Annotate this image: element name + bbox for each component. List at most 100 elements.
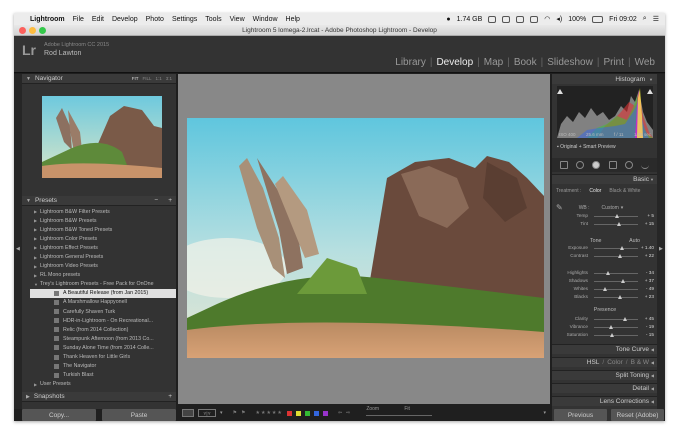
slider-track[interactable] [594, 224, 638, 225]
slider-knob[interactable] [618, 254, 623, 258]
paste-button[interactable]: Paste [102, 409, 176, 421]
preset-folder[interactable]: ▶ RL Mono presets [30, 271, 176, 280]
slider-temp[interactable]: Temp + 5 [556, 213, 654, 221]
slider-value[interactable]: + 45 [645, 316, 654, 321]
menu-develop[interactable]: Develop [112, 16, 138, 23]
module-print[interactable]: Print [599, 57, 628, 68]
preset-item[interactable]: Steampunk Afternoon (from 2013 Co... [30, 334, 176, 343]
battery-icon[interactable] [592, 15, 604, 23]
slider-knob[interactable] [621, 279, 626, 283]
presets-header[interactable]: ▼ Presets − + [22, 196, 176, 206]
cloud-icon[interactable] [502, 15, 511, 23]
histogram-header[interactable]: Histogram ▼ [552, 74, 657, 84]
snapshots-header[interactable]: ▶ Snapshots + [22, 392, 176, 402]
minus-icon[interactable]: − [154, 197, 168, 204]
slider-exposure[interactable]: Exposure + 1.40 [556, 245, 654, 253]
slider-value[interactable]: - 15 [646, 332, 654, 337]
slider-contrast[interactable]: Contrast + 22 [556, 253, 654, 261]
module-web[interactable]: Web [631, 57, 659, 68]
zoom-fill[interactable]: FILL [142, 76, 151, 81]
close-button[interactable] [19, 27, 26, 34]
slider-vibrance[interactable]: Vibrance - 19 [556, 324, 654, 332]
bw-treatment-button[interactable]: Black & White [609, 188, 640, 194]
slider-knob[interactable] [618, 295, 623, 299]
slider-saturation[interactable]: Saturation - 15 [556, 332, 654, 340]
histogram[interactable] [557, 86, 653, 138]
slider-value[interactable]: + 23 [645, 294, 654, 299]
bluetooth-icon[interactable] [530, 15, 539, 23]
radial-filter-icon[interactable] [624, 161, 633, 169]
graduated-filter-icon[interactable] [608, 161, 617, 169]
slider-tint[interactable]: Tint + 15 [556, 221, 654, 229]
slider-knob[interactable] [606, 271, 611, 275]
preset-item-selected[interactable]: A Beautiful Release (from Jan 2015) [30, 288, 176, 298]
slider-value[interactable]: + 5 [647, 213, 654, 218]
slider-track[interactable] [594, 256, 638, 257]
zoom-3-1[interactable]: 3:1 [166, 76, 172, 81]
menu-help[interactable]: Help [286, 16, 300, 23]
menu-window[interactable]: Window [253, 16, 278, 23]
module-library[interactable]: Library [391, 57, 430, 68]
preset-folder-open[interactable]: ▼ Trey's Lightroom Presets - Free Pack fo… [30, 280, 176, 289]
preset-folder[interactable]: ▶ Lightroom Effect Presets [30, 243, 176, 252]
menu-settings[interactable]: Settings [172, 16, 197, 23]
memory-icon[interactable]: ● [446, 16, 450, 23]
slider-knob[interactable] [619, 246, 624, 250]
slider-value[interactable]: - 49 [646, 286, 654, 291]
toolbar-menu-icon[interactable]: ▾ [543, 410, 550, 416]
timemachine-icon[interactable] [516, 15, 525, 23]
slider-knob[interactable] [617, 222, 622, 226]
arrow-left-icon[interactable]: ⇦ [338, 410, 342, 416]
preset-folder[interactable]: ▶ Lightroom B&W Filter Presets [30, 207, 176, 216]
slider-knob[interactable] [602, 287, 607, 291]
plus-icon[interactable]: + [168, 393, 176, 400]
basic-header[interactable]: Basic ▼ [552, 174, 657, 184]
preset-item[interactable]: Sunday Alone Time (from 2014 Colle... [30, 343, 176, 352]
navigator-preview[interactable] [42, 96, 162, 178]
slider-shadows[interactable]: Shadows + 37 [556, 278, 654, 286]
module-slideshow[interactable]: Slideshow [543, 57, 597, 68]
hsl-tab[interactable]: HSL [587, 359, 600, 366]
reset-button[interactable]: Reset (Adobe) [611, 409, 664, 421]
smart-preview-status[interactable]: ▪ Original + Smart Preview [557, 144, 616, 150]
label-yellow-icon[interactable] [295, 410, 301, 416]
search-icon[interactable]: ⌕ [643, 15, 647, 23]
plus-icon[interactable]: + [168, 197, 176, 204]
menu-edit[interactable]: Edit [92, 16, 104, 23]
zoom-button[interactable] [39, 27, 46, 34]
label-purple-icon[interactable] [322, 410, 328, 416]
slider-knob[interactable] [609, 325, 614, 329]
navigator-header[interactable]: ▼ Navigator FIT FILL 1:1 3:1 [22, 74, 176, 84]
image-canvas[interactable] [178, 74, 550, 404]
slider-track[interactable] [594, 327, 638, 328]
main-photo[interactable] [187, 118, 544, 358]
slider-track[interactable] [594, 248, 638, 249]
slider-track[interactable] [594, 289, 638, 290]
preset-item[interactable]: Relic (from 2014 Collection) [30, 325, 176, 334]
module-book[interactable]: Book [510, 57, 541, 68]
reject-flag-icon[interactable]: ⚑ [241, 410, 245, 416]
slider-value[interactable]: + 22 [645, 253, 654, 258]
color-treatment-button[interactable]: Color [589, 188, 601, 194]
rating-stars[interactable]: ★★★★★ [255, 410, 282, 416]
slider-track[interactable] [594, 335, 638, 336]
preset-folder[interactable]: ▶ User Presets [30, 380, 176, 389]
tone-curve-header[interactable]: Tone Curve ◀ [552, 344, 657, 354]
slider-value[interactable]: - 34 [646, 270, 654, 275]
label-red-icon[interactable] [286, 410, 292, 416]
before-after-button[interactable]: Y|Y [198, 409, 216, 417]
menu-photo[interactable]: Photo [146, 16, 164, 23]
auto-tone-button[interactable]: Auto [629, 238, 640, 244]
wifi-icon[interactable]: ◠ [544, 15, 550, 23]
menu-file[interactable]: File [73, 16, 84, 23]
slider-blacks[interactable]: Blacks + 23 [556, 294, 654, 302]
bw-tab[interactable]: B & W [631, 359, 649, 366]
zoom-1-1[interactable]: 1:1 [155, 76, 161, 81]
slider-track[interactable] [594, 281, 638, 282]
zoom-control[interactable]: Zoom Fit [364, 406, 434, 420]
slider-value[interactable]: - 19 [646, 324, 654, 329]
slider-track[interactable] [594, 297, 638, 298]
preset-item[interactable]: The Navigator [30, 362, 176, 371]
previous-button[interactable]: Previous [554, 409, 607, 421]
slider-value[interactable]: + 37 [645, 278, 654, 283]
